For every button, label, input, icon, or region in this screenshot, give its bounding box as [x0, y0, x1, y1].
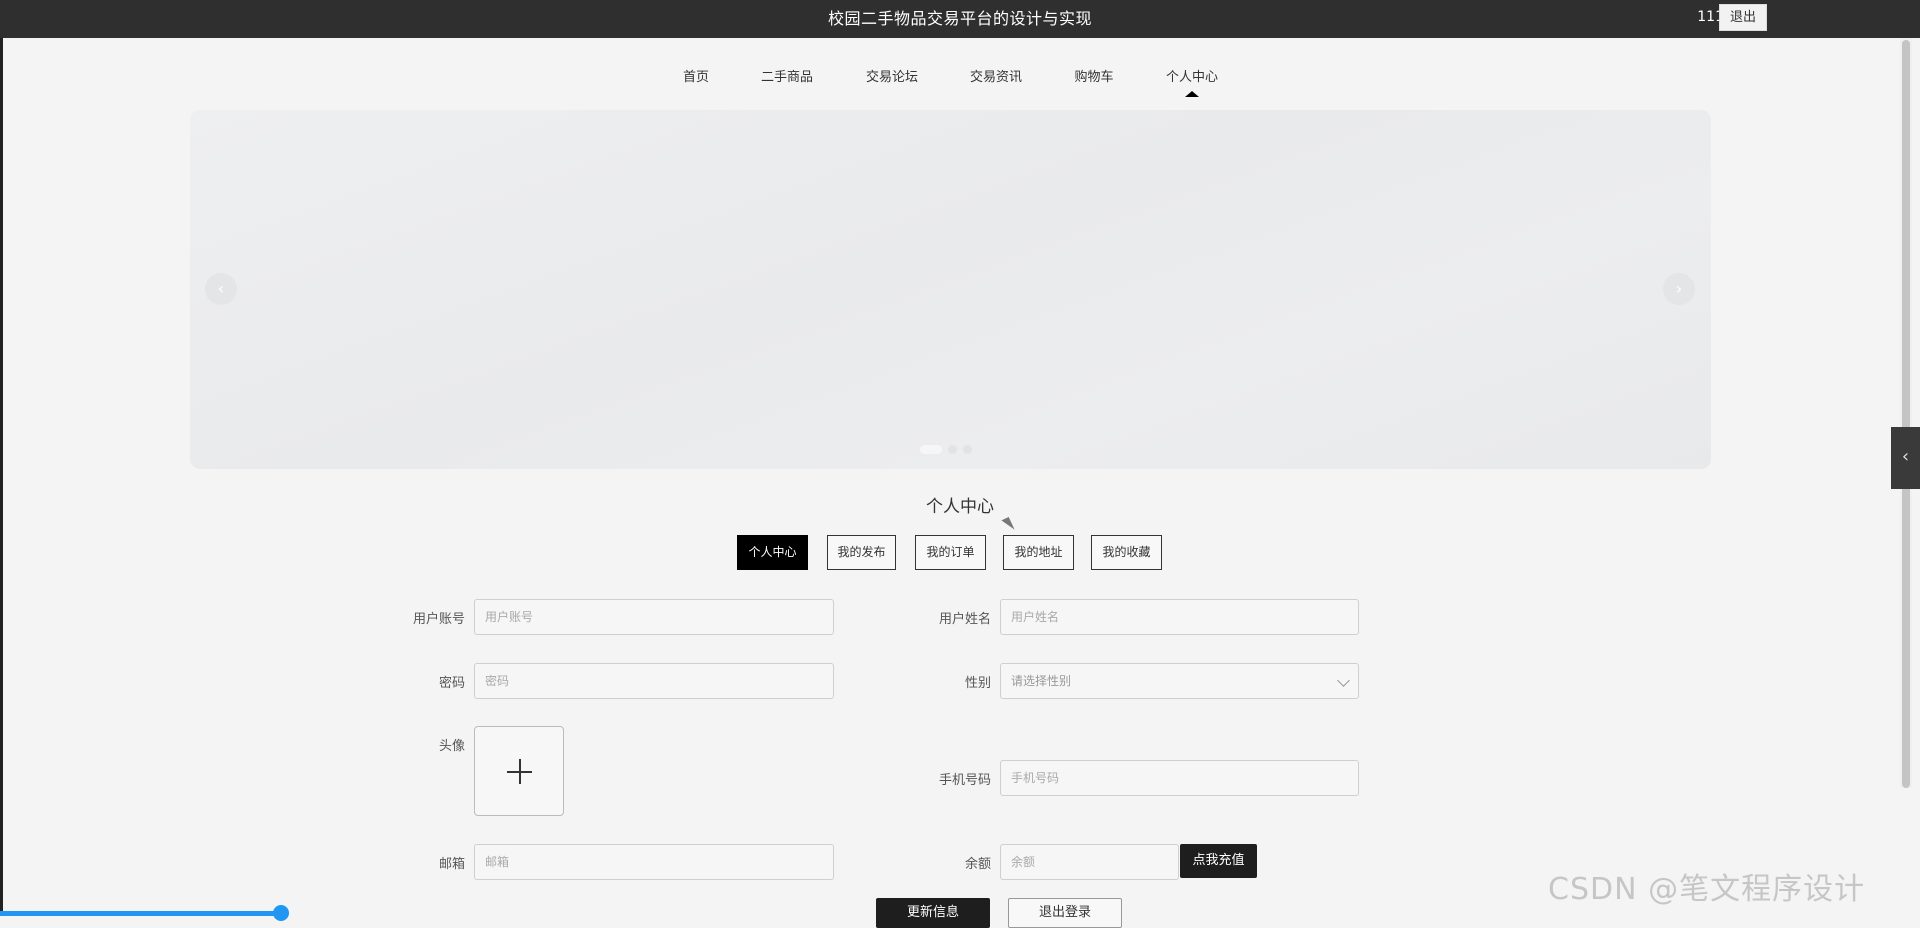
password-label: 密码 — [438, 676, 465, 691]
account-input[interactable] — [474, 599, 834, 635]
watermark: CSDN @笔文程序设计 — [1548, 872, 1866, 907]
gender-select[interactable]: 请选择性别 — [1000, 663, 1359, 699]
name-label: 用户姓名 — [938, 612, 991, 627]
nav-item-news[interactable]: 交易资讯 — [970, 66, 1022, 85]
logout-account-button[interactable]: 退出登录 — [1008, 898, 1122, 928]
nav-item-forum[interactable]: 交易论坛 — [866, 66, 918, 85]
avatar-upload-button[interactable] — [474, 726, 564, 816]
mouse-cursor-icon — [1001, 516, 1015, 534]
chevron-left-icon: ‹ — [1901, 446, 1910, 467]
phone-label: 手机号码 — [938, 773, 991, 788]
update-info-button[interactable]: 更新信息 — [876, 898, 990, 928]
phone-input[interactable] — [1000, 760, 1359, 796]
section-title: 个人中心 — [926, 497, 994, 517]
tab-my-address[interactable]: 我的地址 — [1003, 535, 1074, 570]
carousel-dot[interactable] — [920, 445, 942, 454]
email-label: 邮箱 — [438, 857, 465, 872]
nav-item-secondhand-goods[interactable]: 二手商品 — [761, 66, 813, 85]
carousel-dot[interactable] — [963, 445, 972, 454]
video-progress-handle[interactable] — [273, 905, 289, 921]
site-title: 校园二手物品交易平台的设计与实现 — [827, 9, 1092, 28]
carousel-next-button[interactable]: › — [1663, 273, 1695, 305]
main-nav: 首页 二手商品 交易论坛 交易资讯 购物车 个人中心 — [0, 58, 1920, 98]
nav-item-home[interactable]: 首页 — [683, 66, 709, 85]
nav-item-cart[interactable]: 购物车 — [1074, 66, 1113, 85]
name-input[interactable] — [1000, 599, 1359, 635]
tab-my-posts[interactable]: 我的发布 — [827, 535, 896, 570]
chevron-left-icon: ‹ — [217, 279, 225, 298]
nav-item-personal-center[interactable]: 个人中心 — [1166, 66, 1218, 85]
carousel-prev-button[interactable]: ‹ — [205, 273, 237, 305]
recharge-button[interactable]: 点我充值 — [1180, 844, 1257, 878]
tab-personal-center[interactable]: 个人中心 — [737, 535, 808, 570]
gender-select-placeholder: 请选择性别 — [1011, 674, 1072, 688]
avatar-label: 头像 — [438, 739, 465, 754]
chevron-right-icon: › — [1675, 279, 1683, 298]
gender-label: 性别 — [964, 676, 991, 691]
nav-active-indicator — [1185, 91, 1199, 97]
email-input[interactable] — [474, 844, 834, 880]
window-left-edge — [0, 38, 3, 916]
carousel-dot[interactable] — [948, 445, 957, 454]
video-progress-bar[interactable] — [0, 911, 283, 916]
banner-carousel: ‹ › — [190, 110, 1711, 469]
top-header: 校园二手物品交易平台的设计与实现 111 退出 — [0, 0, 1920, 38]
tab-my-favorites[interactable]: 我的收藏 — [1091, 535, 1162, 570]
scrollbar-thumb[interactable] — [1902, 40, 1910, 788]
sidebar-toggle-button[interactable]: ‹ — [1891, 427, 1920, 489]
balance-input[interactable] — [1000, 844, 1179, 880]
password-input[interactable] — [474, 663, 834, 699]
account-label: 用户账号 — [412, 612, 465, 627]
tab-my-orders[interactable]: 我的订单 — [915, 535, 986, 570]
balance-label: 余额 — [964, 857, 991, 872]
carousel-indicators — [920, 445, 978, 454]
header-logout-button[interactable]: 退出 — [1719, 4, 1767, 31]
